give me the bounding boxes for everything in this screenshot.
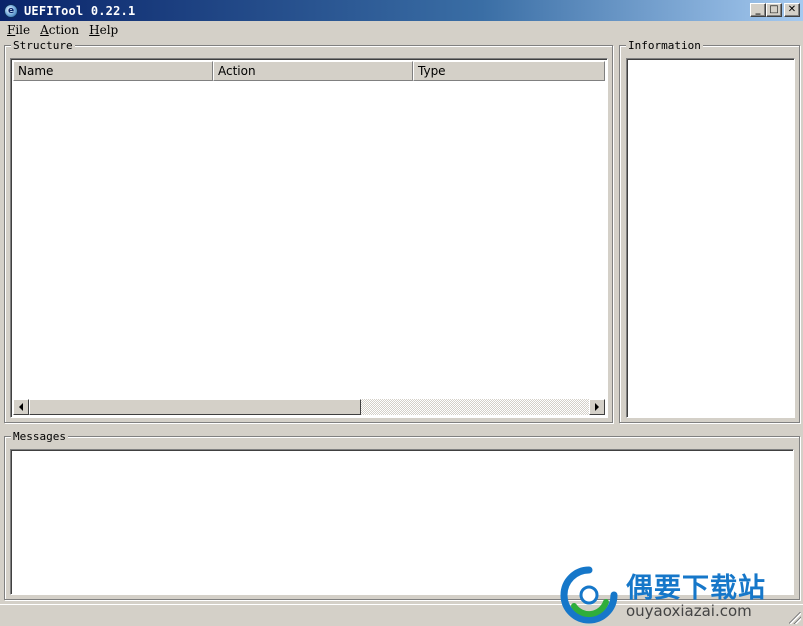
column-header-action[interactable]: Action [213, 61, 413, 81]
column-header-name[interactable]: Name [13, 61, 213, 81]
menu-file[interactable]: File [2, 23, 35, 37]
structure-group: Structure Name Action Type [4, 39, 613, 423]
menu-bar: File Action Help [0, 21, 803, 38]
menu-file-label: ile [15, 22, 31, 37]
minimize-button[interactable]: _ [750, 3, 766, 17]
menu-help[interactable]: Help [84, 23, 123, 37]
information-label: Information [626, 39, 703, 52]
close-icon: ✕ [787, 4, 797, 15]
scroll-thumb[interactable] [29, 399, 361, 415]
structure-tree[interactable]: Name Action Type [10, 58, 608, 418]
watermark-cn-text: 偶要下载站 [626, 573, 766, 604]
messages-label: Messages [11, 430, 68, 443]
menu-help-label: elp [99, 22, 119, 37]
maximize-icon: □ [769, 4, 779, 15]
menu-help-hotkey: H [89, 22, 100, 37]
scroll-left-button[interactable] [13, 399, 29, 415]
minimize-icon: _ [755, 4, 761, 15]
tree-header: Name Action Type [13, 61, 605, 81]
watermark-logo-icon [560, 566, 618, 624]
column-header-type[interactable]: Type [413, 61, 605, 81]
structure-label: Structure [11, 39, 75, 52]
menu-action-hotkey: A [40, 22, 49, 37]
watermark-en-text: ouyaoxiazai.com [626, 602, 752, 620]
menu-action-label: ction [48, 22, 80, 37]
window-title: UEFITool 0.22.1 [24, 3, 136, 18]
scroll-right-button[interactable] [589, 399, 605, 415]
maximize-button[interactable]: □ [766, 3, 782, 17]
app-globe-icon[interactable]: e [4, 3, 18, 18]
menu-action[interactable]: Action [35, 23, 84, 37]
watermark: 偶要下载站 ouyaoxiazai.com [560, 562, 800, 624]
window-controls: _ □ ✕ [750, 3, 800, 17]
arrow-left-icon [19, 403, 23, 411]
information-panel[interactable] [626, 58, 795, 418]
horizontal-scrollbar[interactable] [13, 399, 605, 415]
close-button[interactable]: ✕ [784, 3, 800, 17]
title-bar[interactable]: e UEFITool 0.22.1 _ □ ✕ [0, 0, 803, 21]
arrow-right-icon [595, 403, 599, 411]
information-group: Information [619, 39, 800, 423]
